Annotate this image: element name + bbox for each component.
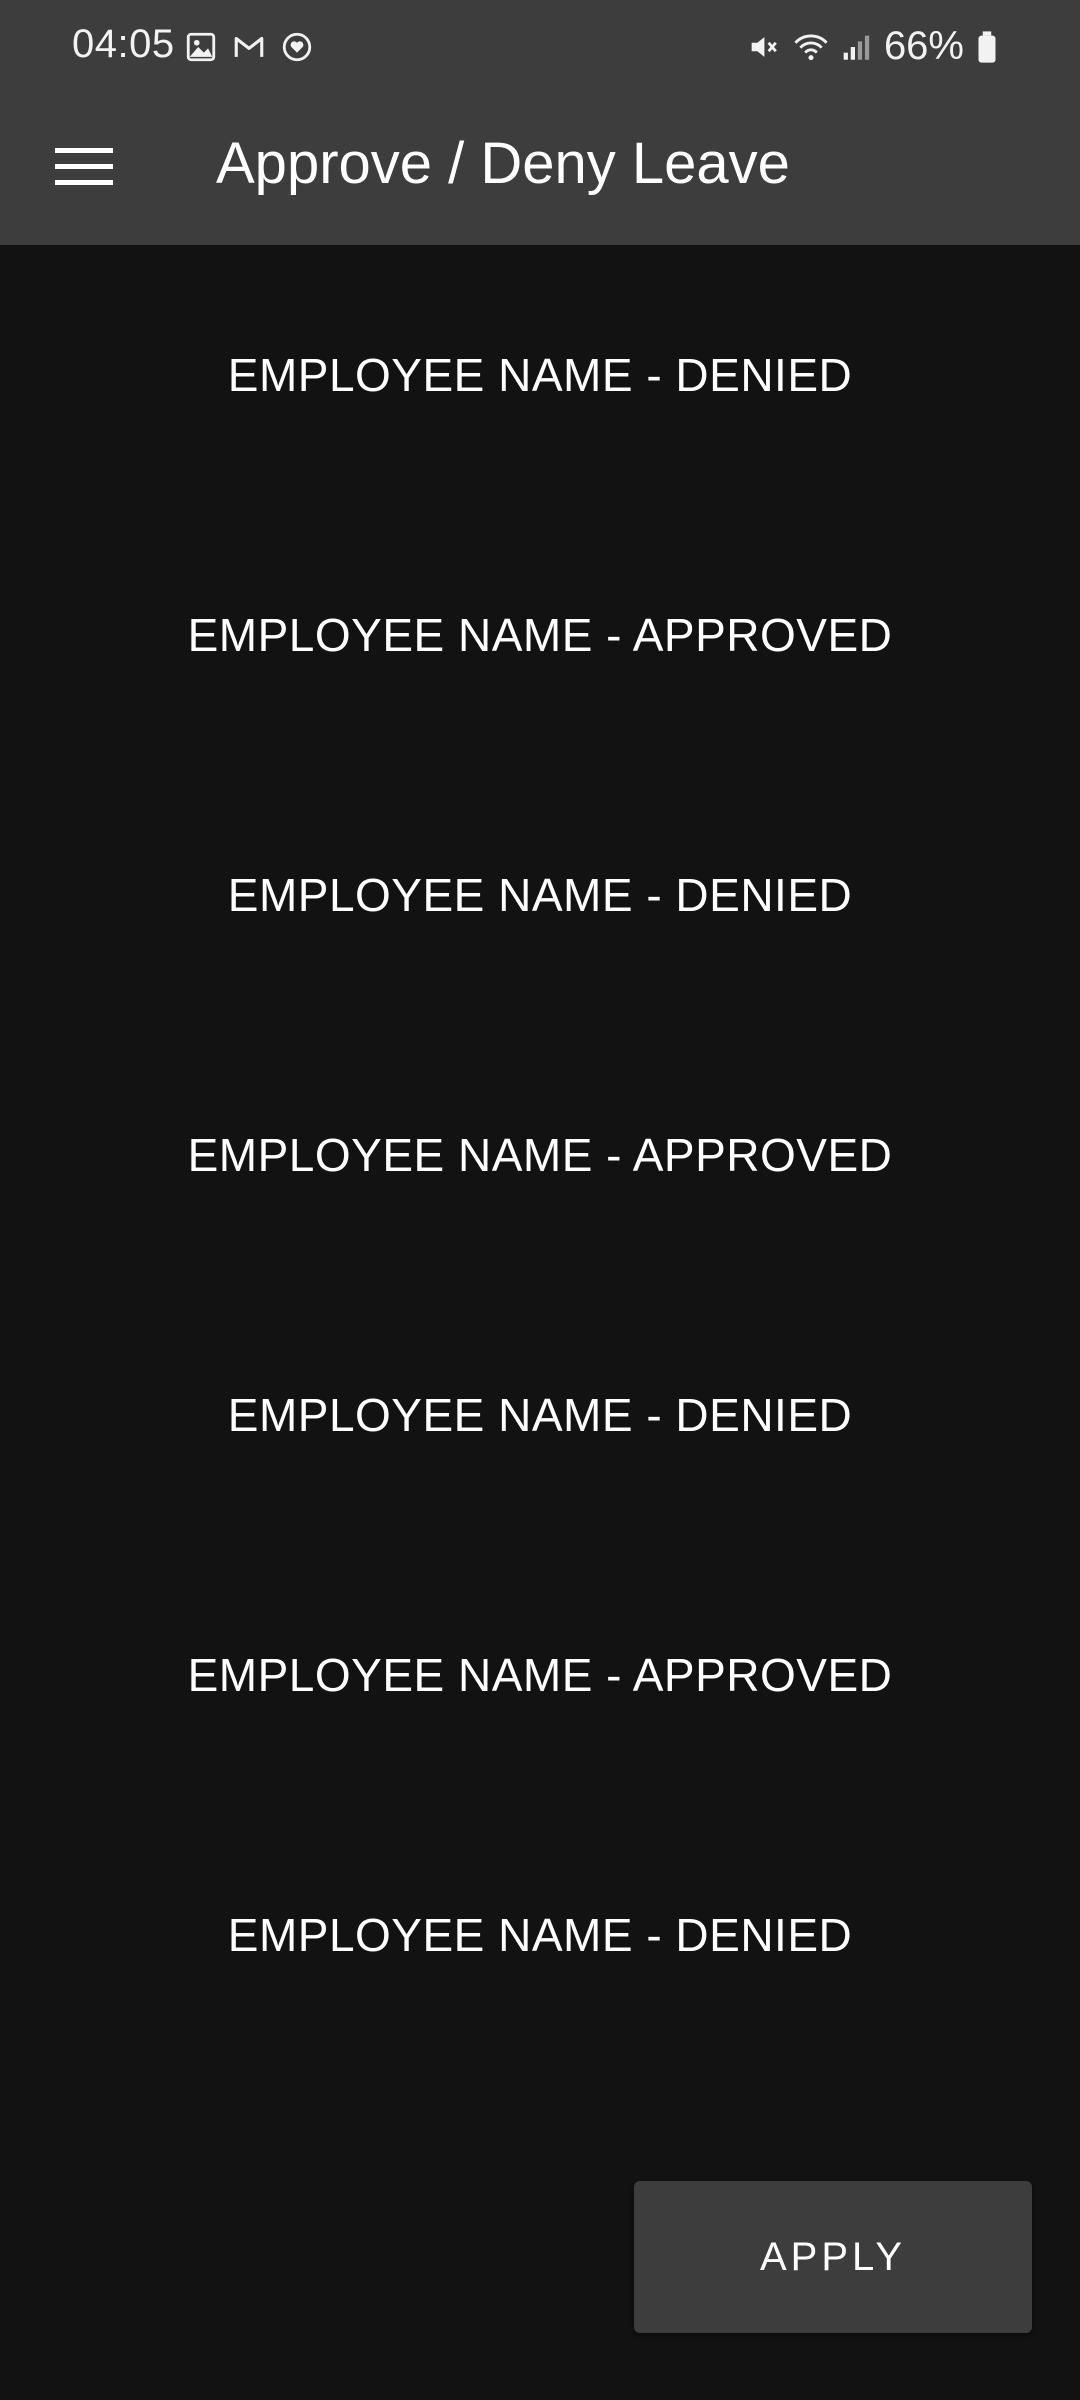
list-item-label: EMPLOYEE NAME - DENIED [227, 869, 853, 921]
battery-percentage: 66% [883, 24, 964, 68]
hamburger-menu-icon [55, 146, 113, 191]
mute-icon [746, 30, 780, 64]
status-notification-icons [184, 30, 314, 64]
apply-button[interactable]: APPLY [634, 2181, 1032, 2333]
list-item-label: EMPLOYEE NAME - DENIED [227, 1909, 853, 1961]
list-item[interactable]: EMPLOYEE NAME - DENIED [0, 765, 1080, 1025]
list-item[interactable]: EMPLOYEE NAME - DENIED [0, 1285, 1080, 1545]
signal-icon [838, 30, 872, 64]
list-item[interactable]: EMPLOYEE NAME - APPROVED [0, 1025, 1080, 1285]
list-item-label: EMPLOYEE NAME - APPROVED [187, 1129, 893, 1181]
menu-button[interactable] [40, 124, 128, 212]
heart-app-icon [280, 30, 314, 64]
gallery-icon [184, 30, 218, 64]
apply-button-label: APPLY [760, 2234, 906, 2279]
app-bar: Approve / Deny Leave [0, 96, 1080, 245]
battery-icon [976, 30, 1010, 64]
list-item[interactable]: EMPLOYEE NAME - APPROVED [0, 1545, 1080, 1805]
list-item[interactable]: EMPLOYEE NAME - DENIED [0, 245, 1080, 505]
list-item[interactable]: EMPLOYEE NAME - DENIED [0, 1805, 1080, 2065]
list-item-label: EMPLOYEE NAME - DENIED [227, 1389, 853, 1441]
status-system-icons: 66% [746, 24, 1010, 69]
page-title: Approve / Deny Leave [216, 131, 790, 196]
leave-request-list: EMPLOYEE NAME - DENIED EMPLOYEE NAME - A… [0, 245, 1080, 2065]
list-item-label: EMPLOYEE NAME - DENIED [227, 349, 853, 401]
top-bar: 04:05 66% Approve / Deny Leave [0, 0, 1080, 245]
list-item-label: EMPLOYEE NAME - APPROVED [187, 1649, 893, 1701]
status-time: 04:05 [72, 22, 175, 66]
list-item-label: EMPLOYEE NAME - APPROVED [187, 609, 893, 661]
gmail-icon [232, 30, 266, 64]
wifi-icon [792, 30, 828, 64]
status-bar: 04:05 66% [0, 0, 1080, 96]
list-item[interactable]: EMPLOYEE NAME - APPROVED [0, 505, 1080, 765]
